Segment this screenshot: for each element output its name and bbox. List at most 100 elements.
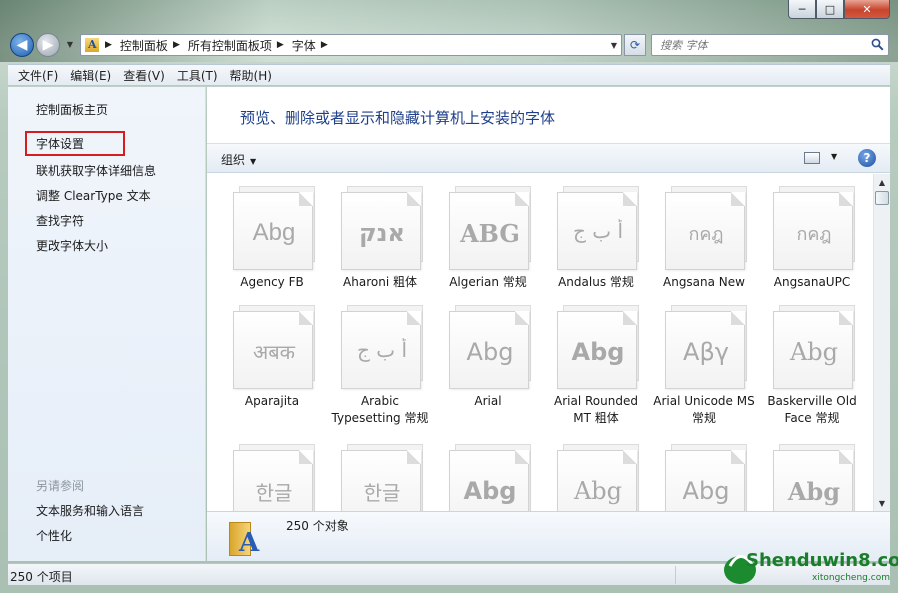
navigation-pane: 控制面板主页 字体设置 联机获取字体详细信息 调整 ClearType 文本 查… (8, 87, 206, 561)
font-sample: अबक (252, 340, 296, 364)
breadcrumb-fonts[interactable]: 字体 (288, 37, 319, 54)
font-name: Arabic Typesetting 常规 (331, 394, 429, 425)
menu-edit[interactable]: 编辑(E) (64, 67, 117, 84)
font-sample: أ ب ج (356, 338, 407, 362)
font-sample: กคฎ (688, 224, 724, 245)
item-count: 250 个项目 (10, 570, 73, 584)
personalization-link[interactable]: 个性化 (36, 527, 72, 544)
font-file-icon: กคฎ (665, 186, 749, 270)
breadcrumb-all-items[interactable]: 所有控制面板项 (184, 37, 275, 54)
watermark-text: Shenduwin8.com (746, 550, 898, 571)
control-panel-home-link[interactable]: 控制面板主页 (36, 101, 108, 118)
adjust-cleartype-link[interactable]: 调整 ClearType 文本 (36, 187, 151, 204)
font-name: Arial Unicode MS 常规 (653, 394, 755, 425)
font-sample: Abg (789, 338, 839, 366)
font-name: Andalus 常规 (558, 275, 634, 289)
font-grid: Abg Agency FB אנק Aharoni 粗体 ABG Algeria… (207, 174, 873, 511)
address-dropdown-icon[interactable]: ▼ (607, 41, 621, 50)
change-font-size-link[interactable]: 更改字体大小 (36, 237, 108, 254)
font-sample: Abg (682, 477, 730, 505)
fonts-folder-icon (81, 35, 103, 55)
watermark-subtext: xitongcheng.com (812, 573, 890, 583)
search-icon[interactable] (871, 38, 884, 51)
breadcrumb-root-arrow[interactable]: ▶ (103, 40, 116, 50)
organize-label: 组织 (221, 153, 246, 167)
back-arrow-icon: ◀ (16, 37, 28, 53)
search-box[interactable] (651, 34, 889, 56)
view-options-chevron-icon[interactable]: ▼ (831, 152, 837, 161)
fonts-folder-icon: A (227, 518, 265, 558)
font-sample: 한글 (363, 481, 401, 505)
page-title: 预览、删除或者显示和隐藏计算机上安装的字体 (240, 109, 556, 127)
font-file-icon: กคฎ (773, 186, 857, 270)
font-name: Algerian 常规 (449, 275, 527, 289)
font-file-icon: أ ب ج (557, 186, 641, 270)
status-divider (675, 566, 676, 584)
content-pane: 预览、删除或者显示和隐藏计算机上安装的字体 组织 ▼ ▼ ? Abg Agency… (207, 87, 890, 561)
font-file-icon: أ ب ج (341, 305, 425, 389)
close-button[interactable]: ✕ (844, 0, 890, 19)
get-font-info-online-link[interactable]: 联机获取字体详细信息 (36, 162, 156, 179)
font-sample: אנק (358, 219, 406, 247)
font-sample: 한글 (255, 481, 293, 505)
font-file-icon: Αβγ (665, 305, 749, 389)
font-name: Arial Rounded MT 粗体 (554, 394, 638, 425)
font-file-icon: 한글 (341, 444, 425, 511)
font-sample: Abg (252, 219, 296, 246)
font-file-icon: Abg (449, 305, 533, 389)
font-file-icon: Abg (773, 305, 857, 389)
forward-button[interactable]: ▶ (36, 33, 60, 57)
font-sample: أ ب ج (572, 219, 623, 243)
font-sample: ABG (460, 219, 520, 248)
refresh-button[interactable]: ⟳ (624, 34, 646, 56)
address-bar[interactable]: ▶ 控制面板 ▶ 所有控制面板项 ▶ 字体 ▶ ▼ (80, 34, 622, 56)
font-name: AngsanaUPC (773, 275, 851, 289)
breadcrumb-separator[interactable]: ▶ (319, 40, 332, 50)
scrollbar-thumb[interactable] (875, 191, 889, 205)
back-button[interactable]: ◀ (10, 33, 34, 57)
find-character-link[interactable]: 查找字符 (36, 212, 84, 229)
menu-tools[interactable]: 工具(T) (171, 67, 224, 84)
breadcrumb-control-panel[interactable]: 控制面板 (116, 37, 171, 54)
font-sample: Abg (571, 338, 625, 366)
font-file-icon: אנק (341, 186, 425, 270)
forward-arrow-icon: ▶ (42, 37, 54, 53)
vertical-scrollbar[interactable]: ▲ ▼ (873, 174, 890, 511)
font-file-icon: अबक (233, 305, 317, 389)
breadcrumb-separator[interactable]: ▶ (171, 40, 184, 50)
font-file-icon: Abg (557, 444, 641, 511)
refresh-icon: ⟳ (629, 38, 641, 52)
menu-bar: 文件(F) 编辑(E) 查看(V) 工具(T) 帮助(H) (8, 64, 890, 86)
scroll-down-icon[interactable]: ▼ (874, 495, 890, 511)
minimize-button[interactable]: ─ (788, 0, 816, 19)
font-file-icon: ABG (449, 186, 533, 270)
chevron-down-icon: ▼ (250, 157, 257, 166)
breadcrumb-separator[interactable]: ▶ (275, 40, 288, 50)
recent-pages-dropdown[interactable]: ▼ (64, 38, 76, 50)
font-name: Baskerville Old Face 常规 (767, 394, 857, 425)
font-file-icon: Abg (233, 186, 317, 270)
font-name: Agency FB (240, 275, 304, 289)
menu-help[interactable]: 帮助(H) (224, 67, 278, 84)
menu-file[interactable]: 文件(F) (12, 67, 64, 84)
command-toolbar: 组织 ▼ ▼ ? (207, 143, 890, 173)
font-sample: Abg (573, 477, 623, 505)
caption-buttons: ─ □ ✕ (788, 0, 890, 19)
font-sample: Abg (463, 477, 517, 505)
font-name: Angsana New (663, 275, 745, 289)
font-file-icon: 한글 (233, 444, 317, 511)
maximize-button[interactable]: □ (816, 0, 844, 19)
organize-button[interactable]: 组织 ▼ (221, 151, 256, 168)
see-also-title: 另请参阅 (36, 479, 85, 493)
menu-view[interactable]: 查看(V) (117, 67, 171, 84)
text-services-link[interactable]: 文本服务和输入语言 (36, 502, 144, 519)
help-icon[interactable]: ? (858, 149, 876, 167)
font-sample: Abg (787, 477, 841, 506)
change-view-icon[interactable] (804, 152, 820, 164)
search-input[interactable] (660, 35, 860, 55)
font-sample: Αβγ (683, 338, 729, 366)
font-settings-link[interactable]: 字体设置 (25, 131, 125, 156)
font-file-icon: Abg (557, 305, 641, 389)
navigation-bar: ◀ ▶ ▼ ▶ 控制面板 ▶ 所有控制面板项 ▶ 字体 ▶ ▼ ⟳ (8, 30, 890, 60)
scroll-up-icon[interactable]: ▲ (874, 174, 890, 190)
